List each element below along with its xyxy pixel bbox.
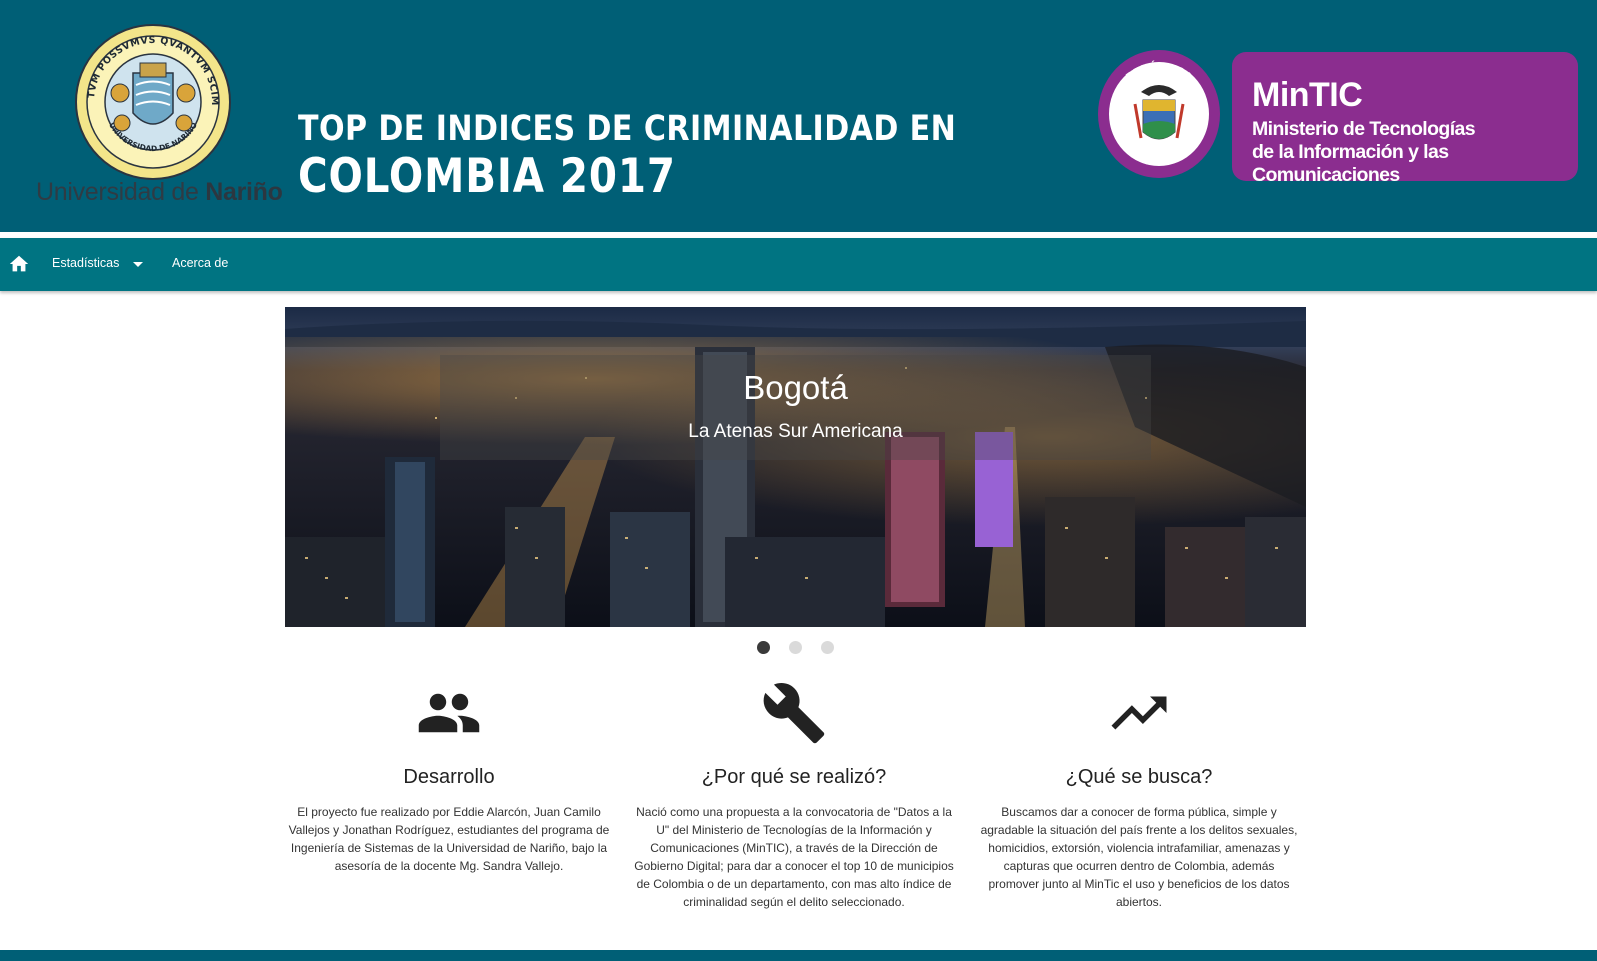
carousel-indicator-2[interactable]	[789, 641, 802, 654]
feature-desarrollo: Desarrollo El proyecto fue realizado por…	[284, 680, 614, 875]
feature-title: Desarrollo	[403, 766, 495, 788]
carousel-slide-image[interactable]: Bogotá La Atenas Sur Americana	[285, 307, 1306, 627]
wrench-icon	[763, 683, 825, 744]
chevron-down-icon[interactable]	[133, 262, 143, 267]
group-icon	[418, 693, 480, 733]
page-title-line1: TOP DE INDICES DE CRIMINALIDAD EN	[298, 109, 957, 149]
page-title: TOP DE INDICES DE CRIMINALIDAD EN COLOMB…	[298, 109, 957, 204]
main-navbar: Estadísticas Acerca de	[0, 238, 1597, 291]
carousel-indicator-3[interactable]	[821, 641, 834, 654]
feature-title: ¿Por qué se realizó?	[701, 766, 887, 788]
feature-text: El proyecto fue realizado por Eddie Alar…	[288, 805, 610, 873]
page-title-line2: COLOMBIA 2017	[298, 149, 676, 204]
feature-text: Buscamos dar a conocer de forma pública,…	[980, 805, 1298, 909]
nav-item-estadisticas[interactable]: Estadísticas	[52, 256, 119, 270]
university-name: Universidad de Nariño	[36, 178, 283, 206]
feature-text: Nació como una propuesta a la convocator…	[634, 805, 954, 909]
feature-que-se-busca: ¿Qué se busca? Buscamos dar a conocer de…	[974, 680, 1304, 911]
home-icon[interactable]	[8, 253, 30, 275]
mintic-logo: MinTIC Ministerio de Tecnologías de la In…	[1232, 52, 1578, 186]
carousel-caption-title: Bogotá	[743, 369, 848, 406]
feature-por-que: ¿Por qué se realizó? Nació como una prop…	[629, 680, 959, 911]
footer-bar	[0, 950, 1597, 961]
header-banner: TANTVM POSSVMVS QVANTVM SCIMVS UNIVERSID…	[0, 0, 1597, 232]
feature-title: ¿Qué se busca?	[1065, 766, 1213, 788]
nav-item-acerca-de[interactable]: Acerca de	[172, 256, 228, 270]
colombia-coat-of-arms-logo: REPÚBLICA DE COLOMBIA	[1098, 50, 1220, 178]
carousel-indicator-1[interactable]	[757, 641, 770, 654]
carousel-caption-subtitle: La Atenas Sur Americana	[688, 421, 903, 442]
university-seal-logo: TANTVM POSSVMVS QVANTVM SCIMVS UNIVERSID…	[74, 23, 231, 180]
trending-up-icon	[1111, 696, 1167, 730]
